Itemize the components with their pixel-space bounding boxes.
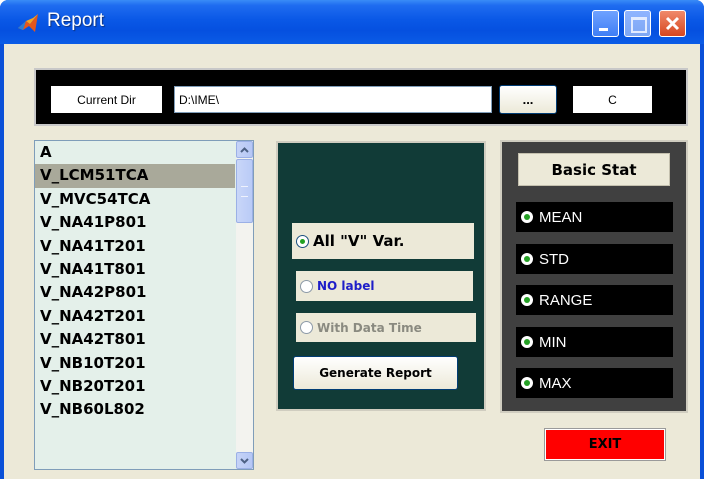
- stat-option-range[interactable]: RANGE: [516, 285, 673, 315]
- stat-option-mean[interactable]: MEAN: [516, 202, 673, 232]
- radio-selected-icon: [521, 377, 533, 389]
- variable-list[interactable]: A V_LCM51TCA V_MVC54TCA V_NA41P801 V_NA4…: [34, 140, 254, 470]
- radio-selected-icon: [521, 294, 533, 306]
- radio-selected-icon: [521, 336, 533, 348]
- drive-field[interactable]: C: [573, 86, 652, 113]
- scroll-down-button[interactable]: [236, 452, 253, 469]
- list-item[interactable]: V_NA42T801: [35, 328, 235, 351]
- stat-option-min[interactable]: MIN: [516, 327, 673, 357]
- variable-list-items: A V_LCM51TCA V_MVC54TCA V_NA41P801 V_NA4…: [35, 141, 235, 422]
- radio-unselected-icon: [300, 279, 313, 293]
- current-dir-label: Current Dir: [51, 86, 162, 113]
- list-item-selected[interactable]: V_LCM51TCA: [35, 164, 235, 188]
- list-scrollbar[interactable]: [236, 141, 253, 469]
- no-label-radio[interactable]: NO label: [296, 271, 473, 301]
- list-item[interactable]: A: [35, 141, 235, 164]
- stat-option-std[interactable]: STD: [516, 244, 673, 274]
- list-item[interactable]: V_NA41T201: [35, 235, 235, 258]
- chevron-down-icon: [240, 457, 249, 464]
- list-item[interactable]: V_NA41P801: [35, 211, 235, 234]
- scroll-up-button[interactable]: [236, 141, 253, 158]
- all-v-var-radio[interactable]: All "V" Var.: [292, 223, 474, 259]
- list-item[interactable]: V_NA42P801: [35, 281, 235, 304]
- stat-label: MIN: [539, 333, 567, 351]
- client-area: Current Dir D:\IME\ ... C A V_LCM51TCA V…: [4, 44, 700, 479]
- list-item[interactable]: V_NB20T201: [35, 375, 235, 398]
- stat-option-max[interactable]: MAX: [516, 368, 673, 398]
- report-options-panel: All "V" Var. NO label With Data Time Gen…: [276, 141, 486, 411]
- report-window: Report Current Dir D:\IME\ ... C A V_LCM…: [0, 0, 704, 479]
- title-bar[interactable]: Report: [0, 0, 704, 44]
- radio-unselected-icon: [300, 321, 313, 334]
- stat-label: STD: [539, 250, 569, 268]
- stat-label: MEAN: [539, 208, 583, 226]
- directory-bar: Current Dir D:\IME\ ... C: [34, 68, 688, 126]
- stat-label: MAX: [539, 374, 572, 392]
- chevron-up-icon: [240, 146, 249, 153]
- matlab-icon: [18, 14, 38, 32]
- with-data-time-radio[interactable]: With Data Time: [296, 313, 476, 342]
- radio-selected-icon: [521, 211, 533, 223]
- generate-report-button[interactable]: Generate Report: [293, 356, 458, 390]
- list-item[interactable]: V_NB60L802: [35, 398, 235, 421]
- scroll-thumb[interactable]: [236, 159, 253, 223]
- radio-selected-icon: [521, 253, 533, 265]
- close-button[interactable]: [659, 10, 686, 37]
- directory-field[interactable]: D:\IME\: [174, 86, 492, 113]
- list-item[interactable]: V_NA42T201: [35, 305, 235, 328]
- close-icon: [665, 16, 680, 31]
- basic-stat-panel: Basic Stat MEAN STD RANGE MIN MAX: [500, 140, 688, 413]
- list-item[interactable]: V_MVC54TCA: [35, 188, 235, 211]
- browse-button[interactable]: ...: [499, 85, 557, 114]
- stat-label: RANGE: [539, 291, 593, 309]
- all-v-var-label: All "V" Var.: [313, 232, 405, 250]
- list-item[interactable]: V_NB10T201: [35, 352, 235, 375]
- basic-stat-header: Basic Stat: [518, 153, 670, 186]
- exit-button[interactable]: EXIT: [544, 428, 666, 461]
- minimize-button[interactable]: [592, 10, 619, 37]
- maximize-button[interactable]: [624, 10, 651, 37]
- radio-selected-icon: [296, 234, 309, 248]
- no-label-label: NO label: [317, 279, 375, 293]
- list-item[interactable]: V_NA41T801: [35, 258, 235, 281]
- window-title: Report: [47, 10, 105, 31]
- with-data-time-label: With Data Time: [317, 320, 422, 335]
